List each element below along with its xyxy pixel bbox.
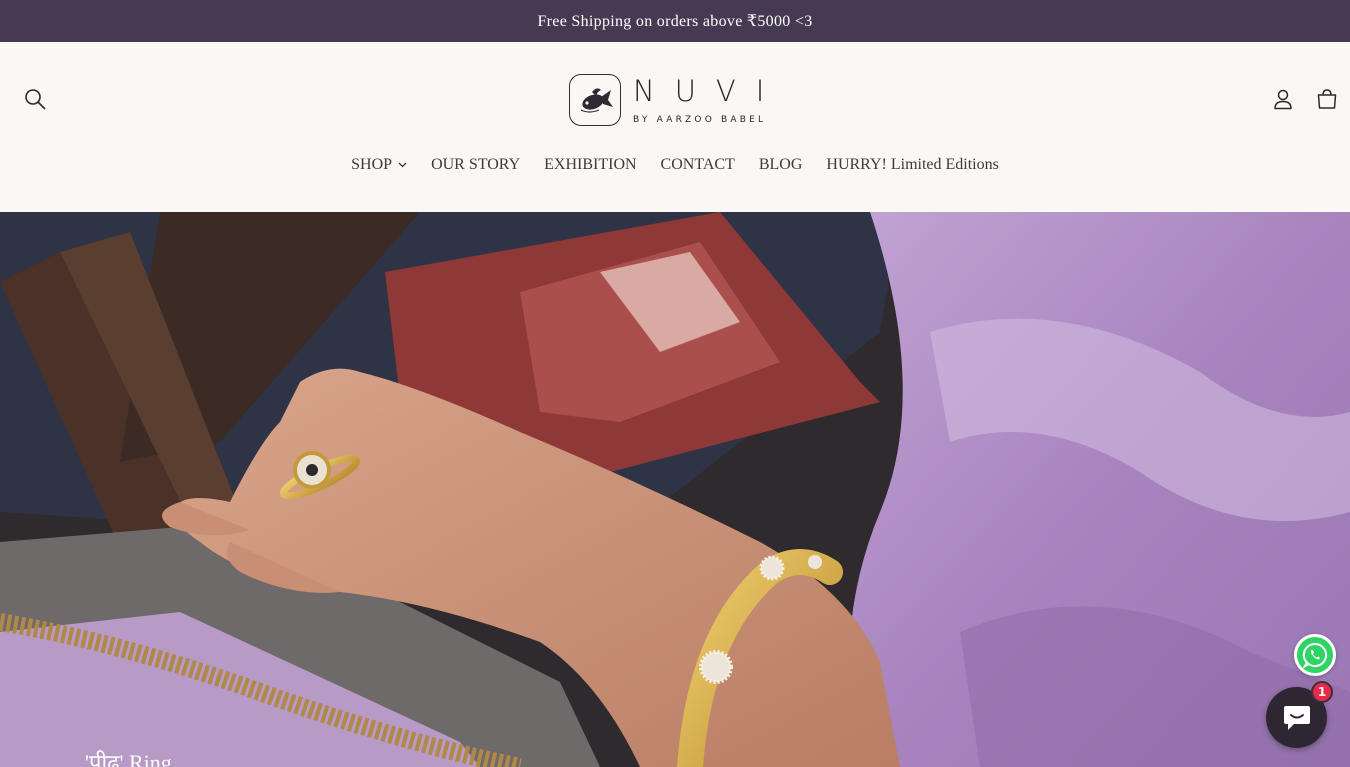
nav-item-label: SHOP [351, 156, 393, 173]
fish-emblem-icon [580, 88, 613, 113]
logo-wordmark: NUVI [633, 73, 785, 108]
hero-caption: 'पीढ' Ring [85, 750, 172, 767]
search-button[interactable] [21, 85, 49, 113]
announcement-text: Free Shipping on orders above ₹5000 <3 [537, 13, 813, 30]
cart-icon [1317, 89, 1337, 109]
logo-subtitle: BY AARZOO BABEL [633, 114, 767, 125]
logo[interactable]: NUVI BY AARZOO BABEL [569, 72, 785, 128]
main-nav: SHOP OUR STORY EXHIBITION CONTACT BLOG H… [0, 150, 1350, 180]
whatsapp-icon [1302, 642, 1328, 668]
nav-item-our-story[interactable]: OUR STORY [419, 156, 532, 174]
nav-item-label: BLOG [758, 156, 803, 173]
nav-item-blog[interactable]: BLOG [747, 156, 815, 174]
nav-item-shop[interactable]: SHOP [339, 156, 419, 174]
search-icon [25, 89, 46, 110]
chat-badge: 1 [1311, 681, 1333, 703]
nav-item-limited-editions[interactable]: HURRY! Limited Editions [814, 156, 1010, 174]
logo-mark [569, 74, 621, 126]
hero-image [0, 212, 1350, 767]
nav-item-contact[interactable]: CONTACT [649, 156, 747, 174]
chevron-down-icon [398, 162, 407, 168]
nav-item-label: CONTACT [660, 156, 735, 173]
whatsapp-button[interactable] [1294, 634, 1336, 676]
cart-button[interactable] [1313, 85, 1341, 113]
nav-item-label: HURRY! Limited Editions [826, 156, 999, 173]
nav-item-label: OUR STORY [431, 156, 521, 173]
announcement-bar: Free Shipping on orders above ₹5000 <3 [0, 0, 1350, 42]
nav-item-exhibition[interactable]: EXHIBITION [532, 156, 648, 174]
hero-banner[interactable]: 'पीढ' Ring [0, 212, 1350, 767]
chat-bubble-icon [1283, 705, 1310, 730]
account-button[interactable] [1269, 85, 1297, 113]
user-icon [1274, 89, 1292, 110]
nav-item-label: EXHIBITION [544, 156, 637, 173]
site-header: NUVI BY AARZOO BABEL SHOP OUR STORY EXHI… [0, 42, 1350, 212]
